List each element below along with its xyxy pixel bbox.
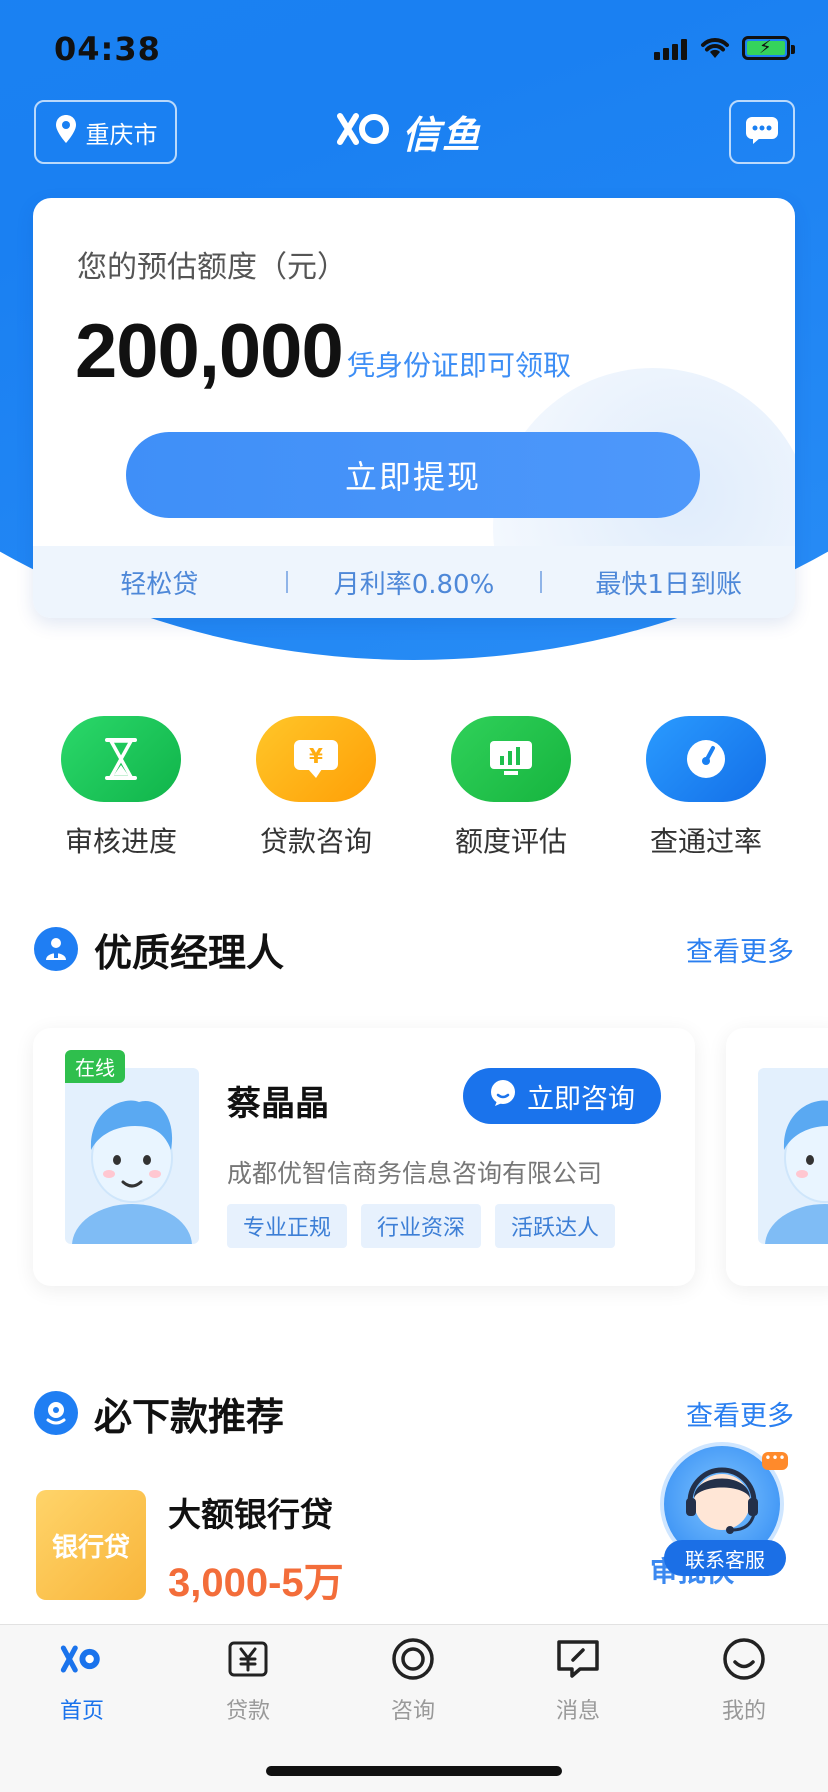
managers-section-header: 优质经理人 查看更多 (34, 924, 794, 975)
quota-note: 凭身份证即可领取 (347, 349, 572, 382)
tab-label: 咨询 (390, 1699, 435, 1724)
section-title: 优质经理人 (94, 930, 285, 975)
svg-text:¥: ¥ (309, 744, 323, 768)
withdraw-button[interactable]: 立即提现 (126, 432, 700, 518)
manager-card-next[interactable] (726, 1028, 828, 1286)
quick-pass-rate[interactable]: 查通过率 (621, 710, 791, 860)
customer-service-float[interactable]: ••• 联系客服 (656, 1442, 792, 1580)
gauge-icon (646, 716, 766, 802)
products-more-link[interactable]: 查看更多 (686, 1394, 794, 1433)
manager-company: 成都优智信商务信息咨询有限公司 (227, 1159, 603, 1188)
yen-chat-icon: ¥ (256, 716, 376, 802)
quick-label: 审核进度 (64, 825, 177, 858)
home-indicator (266, 1766, 562, 1776)
chat-bubble-icon (745, 116, 779, 148)
quick-quota-assess[interactable]: 额度评估 (426, 710, 596, 860)
xinyu-logo-icon (336, 112, 392, 150)
consult-button[interactable]: 立即咨询 (463, 1068, 661, 1124)
tab-messages[interactable]: 消息 (518, 1637, 638, 1725)
product-image: 银行贷 (36, 1490, 146, 1600)
product-name: 大额银行贷 (168, 1495, 333, 1534)
online-badge: 在线 (65, 1050, 125, 1083)
yen-icon (226, 1637, 270, 1681)
manager-badge-icon (34, 927, 78, 971)
avatar (758, 1068, 828, 1244)
quota-card: 您的预估额度（元） 200,000 凭身份证即可领取 立即提现 轻松贷 月利率0… (33, 198, 795, 618)
section-title: 必下款推荐 (94, 1394, 285, 1439)
tab-profile[interactable]: 我的 (684, 1637, 804, 1725)
tag: 行业资深 (361, 1204, 482, 1248)
logo-text: 信鱼 (402, 112, 483, 157)
signal-icon (654, 38, 688, 60)
app-logo: 信鱼 (336, 106, 483, 157)
manager-card[interactable]: 在线 蔡晶晶 立即咨询 成都优智信商务信息咨询有限公司 专业正规 行业资深 活跃… (33, 1028, 695, 1286)
tab-label: 贷款 (225, 1699, 270, 1724)
smile-icon (722, 1637, 766, 1681)
status-bar: 04:38 ⚡ (0, 0, 828, 96)
manager-name: 蔡晶晶 (227, 1084, 329, 1124)
quick-label: 额度评估 (454, 825, 567, 858)
tab-label: 首页 (59, 1699, 104, 1724)
recommend-icon (34, 1391, 78, 1435)
customer-service-label: 联系客服 (664, 1540, 786, 1576)
location-button[interactable]: 重庆市 (34, 100, 177, 164)
feature-easy-loan: 轻松贷 (120, 569, 199, 600)
products-section-header: 必下款推荐 查看更多 (34, 1388, 794, 1439)
quota-label: 您的预估额度（元） (77, 250, 347, 285)
wifi-icon (698, 34, 732, 60)
quick-loan-consult[interactable]: ¥ 贷款咨询 (231, 710, 401, 860)
quick-review-progress[interactable]: 审核进度 (36, 710, 206, 860)
quick-label: 查通过率 (649, 825, 762, 858)
quota-amount: 200,000 (75, 309, 344, 394)
message-button[interactable] (729, 100, 795, 164)
tab-home[interactable]: 首页 (22, 1637, 142, 1725)
feature-fast-payout: 最快1日到账 (595, 569, 742, 600)
tab-label: 消息 (555, 1699, 600, 1724)
location-label: 重庆市 (85, 120, 158, 149)
manager-tags: 专业正规 行业资深 活跃达人 (227, 1204, 616, 1248)
consult-label: 立即咨询 (527, 1083, 635, 1114)
battery-icon: ⚡ (742, 36, 795, 60)
tag: 专业正规 (227, 1204, 348, 1248)
tab-label: 我的 (721, 1699, 766, 1724)
message-icon (556, 1637, 600, 1681)
managers-more-link[interactable]: 查看更多 (686, 930, 794, 969)
hourglass-icon (61, 716, 181, 802)
tab-loan[interactable]: 贷款 (188, 1637, 308, 1725)
status-time: 04:38 (54, 30, 161, 68)
avatar (65, 1068, 199, 1244)
target-icon (391, 1637, 435, 1681)
home-logo-icon (60, 1637, 104, 1681)
location-pin-icon (54, 114, 78, 150)
quick-actions: 审核进度 ¥ 贷款咨询 额度评估 查通过率 (0, 710, 828, 860)
quick-label: 贷款咨询 (259, 825, 372, 858)
more-dots-icon: ••• (762, 1452, 788, 1470)
tag: 活跃达人 (495, 1204, 616, 1248)
tab-consult[interactable]: 咨询 (353, 1637, 473, 1725)
chat-icon (489, 1079, 517, 1114)
feature-monthly-rate: 月利率0.80% (333, 569, 495, 600)
feature-bar: 轻松贷 月利率0.80% 最快1日到账 (33, 546, 795, 618)
chart-screen-icon (451, 716, 571, 802)
product-range: 3,000-5万 (168, 1561, 344, 1605)
